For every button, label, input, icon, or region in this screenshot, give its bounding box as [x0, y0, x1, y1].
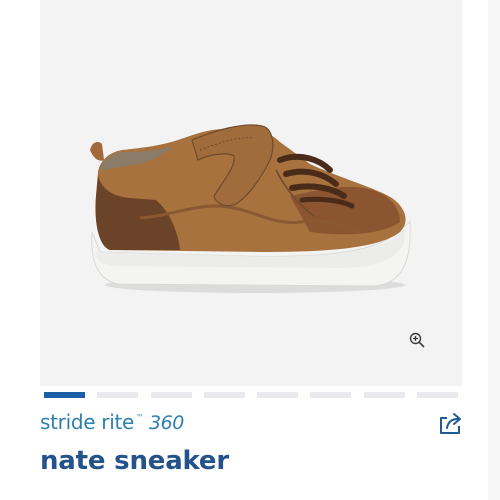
brand-logo[interactable]: stride rite ™ 360 [40, 410, 184, 436]
gallery-page-indicator[interactable] [150, 392, 192, 398]
gallery-page-indicator[interactable] [310, 392, 352, 398]
gallery-page-indicator[interactable] [416, 392, 458, 398]
brand-name: stride rite [40, 410, 135, 434]
share-icon[interactable] [436, 409, 464, 437]
brand-trademark: ™ [136, 413, 145, 422]
gallery-page-indicator[interactable] [363, 392, 405, 398]
product-title: nate sneaker [40, 446, 229, 476]
scrollbar-track[interactable] [488, 0, 500, 500]
brand-suffix: 360 [149, 412, 184, 434]
zoom-in-icon[interactable] [409, 332, 425, 348]
gallery-page-indicator-active[interactable] [44, 392, 85, 398]
gallery-page-indicator[interactable] [97, 392, 139, 398]
gallery-page-indicator[interactable] [257, 392, 299, 398]
sneaker-image [90, 124, 411, 293]
product-image-gallery[interactable] [40, 0, 462, 386]
gallery-pagination [44, 392, 458, 399]
gallery-page-indicator[interactable] [203, 392, 245, 398]
